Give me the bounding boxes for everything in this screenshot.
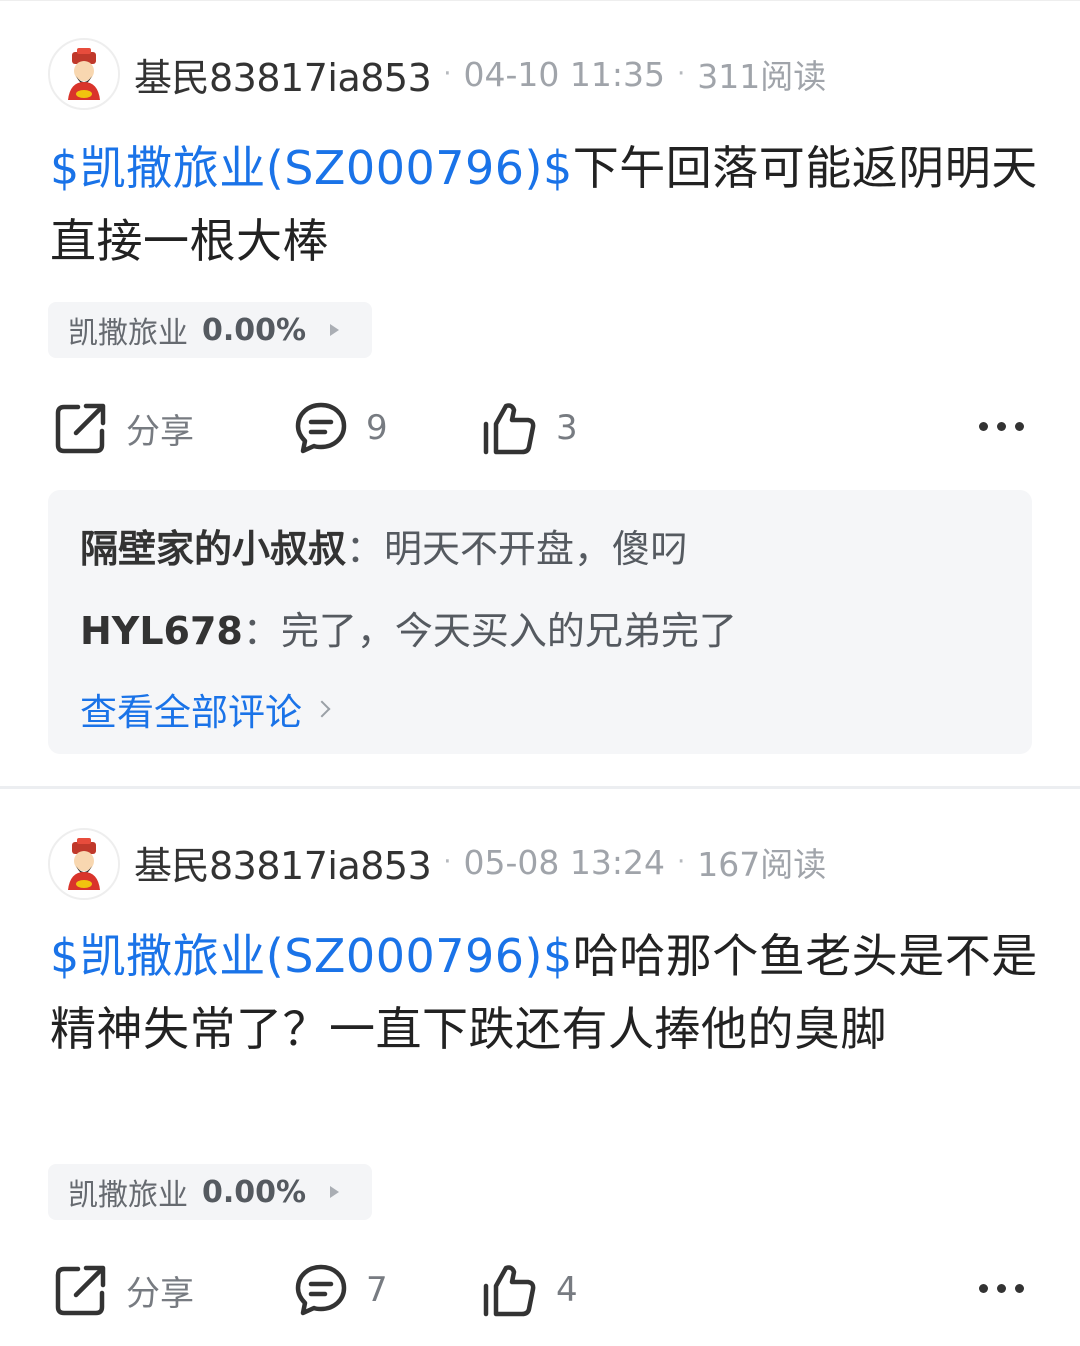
share-label: 分享 bbox=[126, 1273, 194, 1314]
comment-user[interactable]: HYL678 bbox=[80, 609, 243, 653]
post-time: 04-10 11:35 bbox=[463, 54, 666, 94]
share-button[interactable]: 分享 bbox=[54, 1260, 194, 1320]
comment-text: 明天不开盘，傻叼 bbox=[384, 527, 689, 571]
action-bar: 分享 7 4 bbox=[0, 1260, 1080, 1320]
read-count: 311阅读 bbox=[697, 57, 827, 96]
stock-tag-name: 凯撒旅业 bbox=[68, 1178, 188, 1213]
more-button[interactable] bbox=[979, 422, 1024, 431]
comment-user[interactable]: 隔壁家的小叔叔 bbox=[80, 527, 346, 571]
comment-sep: ： bbox=[346, 527, 385, 571]
comment-item[interactable]: 隔壁家的小叔叔：明天不开盘，傻叼 bbox=[80, 518, 688, 573]
like-button[interactable]: 3 bbox=[482, 398, 578, 458]
comment-preview-panel[interactable]: 隔壁家的小叔叔：明天不开盘，傻叼 HYL678：完了，今天买入的兄弟完了 查看全… bbox=[48, 490, 1032, 754]
play-arrow-icon bbox=[330, 1186, 340, 1198]
like-count: 4 bbox=[556, 1270, 578, 1310]
comment-item[interactable]: HYL678：完了，今天买入的兄弟完了 bbox=[80, 600, 737, 655]
chevron-right-icon bbox=[313, 700, 331, 718]
share-label: 分享 bbox=[126, 411, 194, 452]
like-count: 3 bbox=[556, 408, 578, 448]
more-icon bbox=[979, 1284, 988, 1293]
read-count: 167阅读 bbox=[697, 845, 827, 884]
post-content[interactable]: $凯撒旅业(SZ000796)$下午回落可能返阴明天直接一根大棒 bbox=[50, 132, 1040, 278]
avatar-fortune-god-icon bbox=[50, 40, 118, 108]
meta-separator: · bbox=[443, 847, 452, 877]
like-button[interactable]: 4 bbox=[482, 1260, 578, 1320]
action-bar: 分享 9 3 bbox=[0, 398, 1080, 458]
post-card[interactable]: 基民83817ia853 · 05-08 13:24 · 167阅读 $凯撒旅业… bbox=[0, 790, 1080, 1346]
comment-icon bbox=[295, 402, 347, 454]
comment-button[interactable]: 7 bbox=[294, 1260, 388, 1320]
more-button[interactable] bbox=[979, 1284, 1024, 1293]
meta-separator: · bbox=[443, 59, 452, 89]
stock-tag[interactable]: 凯撒旅业 0.00% bbox=[48, 1164, 372, 1220]
post-card[interactable]: 基民83817ia853 · 04-10 11:35 · 311阅读 $凯撒旅业… bbox=[0, 0, 1080, 788]
comment-count: 7 bbox=[366, 1270, 388, 1310]
comment-text: 完了，今天买入的兄弟完了 bbox=[280, 609, 737, 653]
comment-count: 9 bbox=[366, 408, 388, 448]
avatar-fortune-god-icon bbox=[50, 830, 118, 898]
meta-separator: · bbox=[677, 59, 686, 89]
stock-tag[interactable]: 凯撒旅业 0.00% bbox=[48, 302, 372, 358]
avatar[interactable] bbox=[48, 828, 120, 900]
author-name[interactable]: 基民83817ia853 bbox=[134, 47, 432, 102]
thumbs-up-icon bbox=[483, 403, 536, 455]
meta-separator: · bbox=[677, 847, 686, 877]
stock-tag-change: 0.00% bbox=[202, 1174, 307, 1210]
share-button[interactable]: 分享 bbox=[54, 398, 194, 458]
stock-link[interactable]: $凯撒旅业(SZ000796)$ bbox=[50, 141, 573, 195]
stock-link[interactable]: $凯撒旅业(SZ000796)$ bbox=[50, 929, 573, 983]
view-all-comments-link[interactable]: 查看全部评论 bbox=[80, 682, 331, 736]
view-all-label: 查看全部评论 bbox=[80, 691, 302, 734]
post-time: 05-08 13:24 bbox=[463, 842, 666, 882]
comment-icon bbox=[295, 1264, 347, 1316]
stock-tag-change: 0.00% bbox=[202, 312, 307, 348]
avatar[interactable] bbox=[48, 38, 120, 110]
comment-button[interactable]: 9 bbox=[294, 398, 388, 458]
play-arrow-icon bbox=[330, 324, 340, 336]
share-icon bbox=[55, 1265, 106, 1316]
post-meta: 基民83817ia853 · 05-08 13:24 · 167阅读 bbox=[134, 832, 826, 892]
more-icon bbox=[979, 422, 988, 431]
thumbs-up-icon bbox=[483, 1265, 536, 1317]
author-name[interactable]: 基民83817ia853 bbox=[134, 835, 432, 890]
share-icon bbox=[55, 403, 106, 454]
comment-sep: ： bbox=[242, 609, 281, 653]
stock-tag-name: 凯撒旅业 bbox=[68, 316, 188, 351]
post-divider bbox=[0, 786, 1080, 789]
post-meta: 基民83817ia853 · 04-10 11:35 · 311阅读 bbox=[134, 44, 826, 104]
post-content[interactable]: $凯撒旅业(SZ000796)$哈哈那个鱼老头是不是精神失常了？一直下跌还有人捧… bbox=[50, 920, 1040, 1066]
